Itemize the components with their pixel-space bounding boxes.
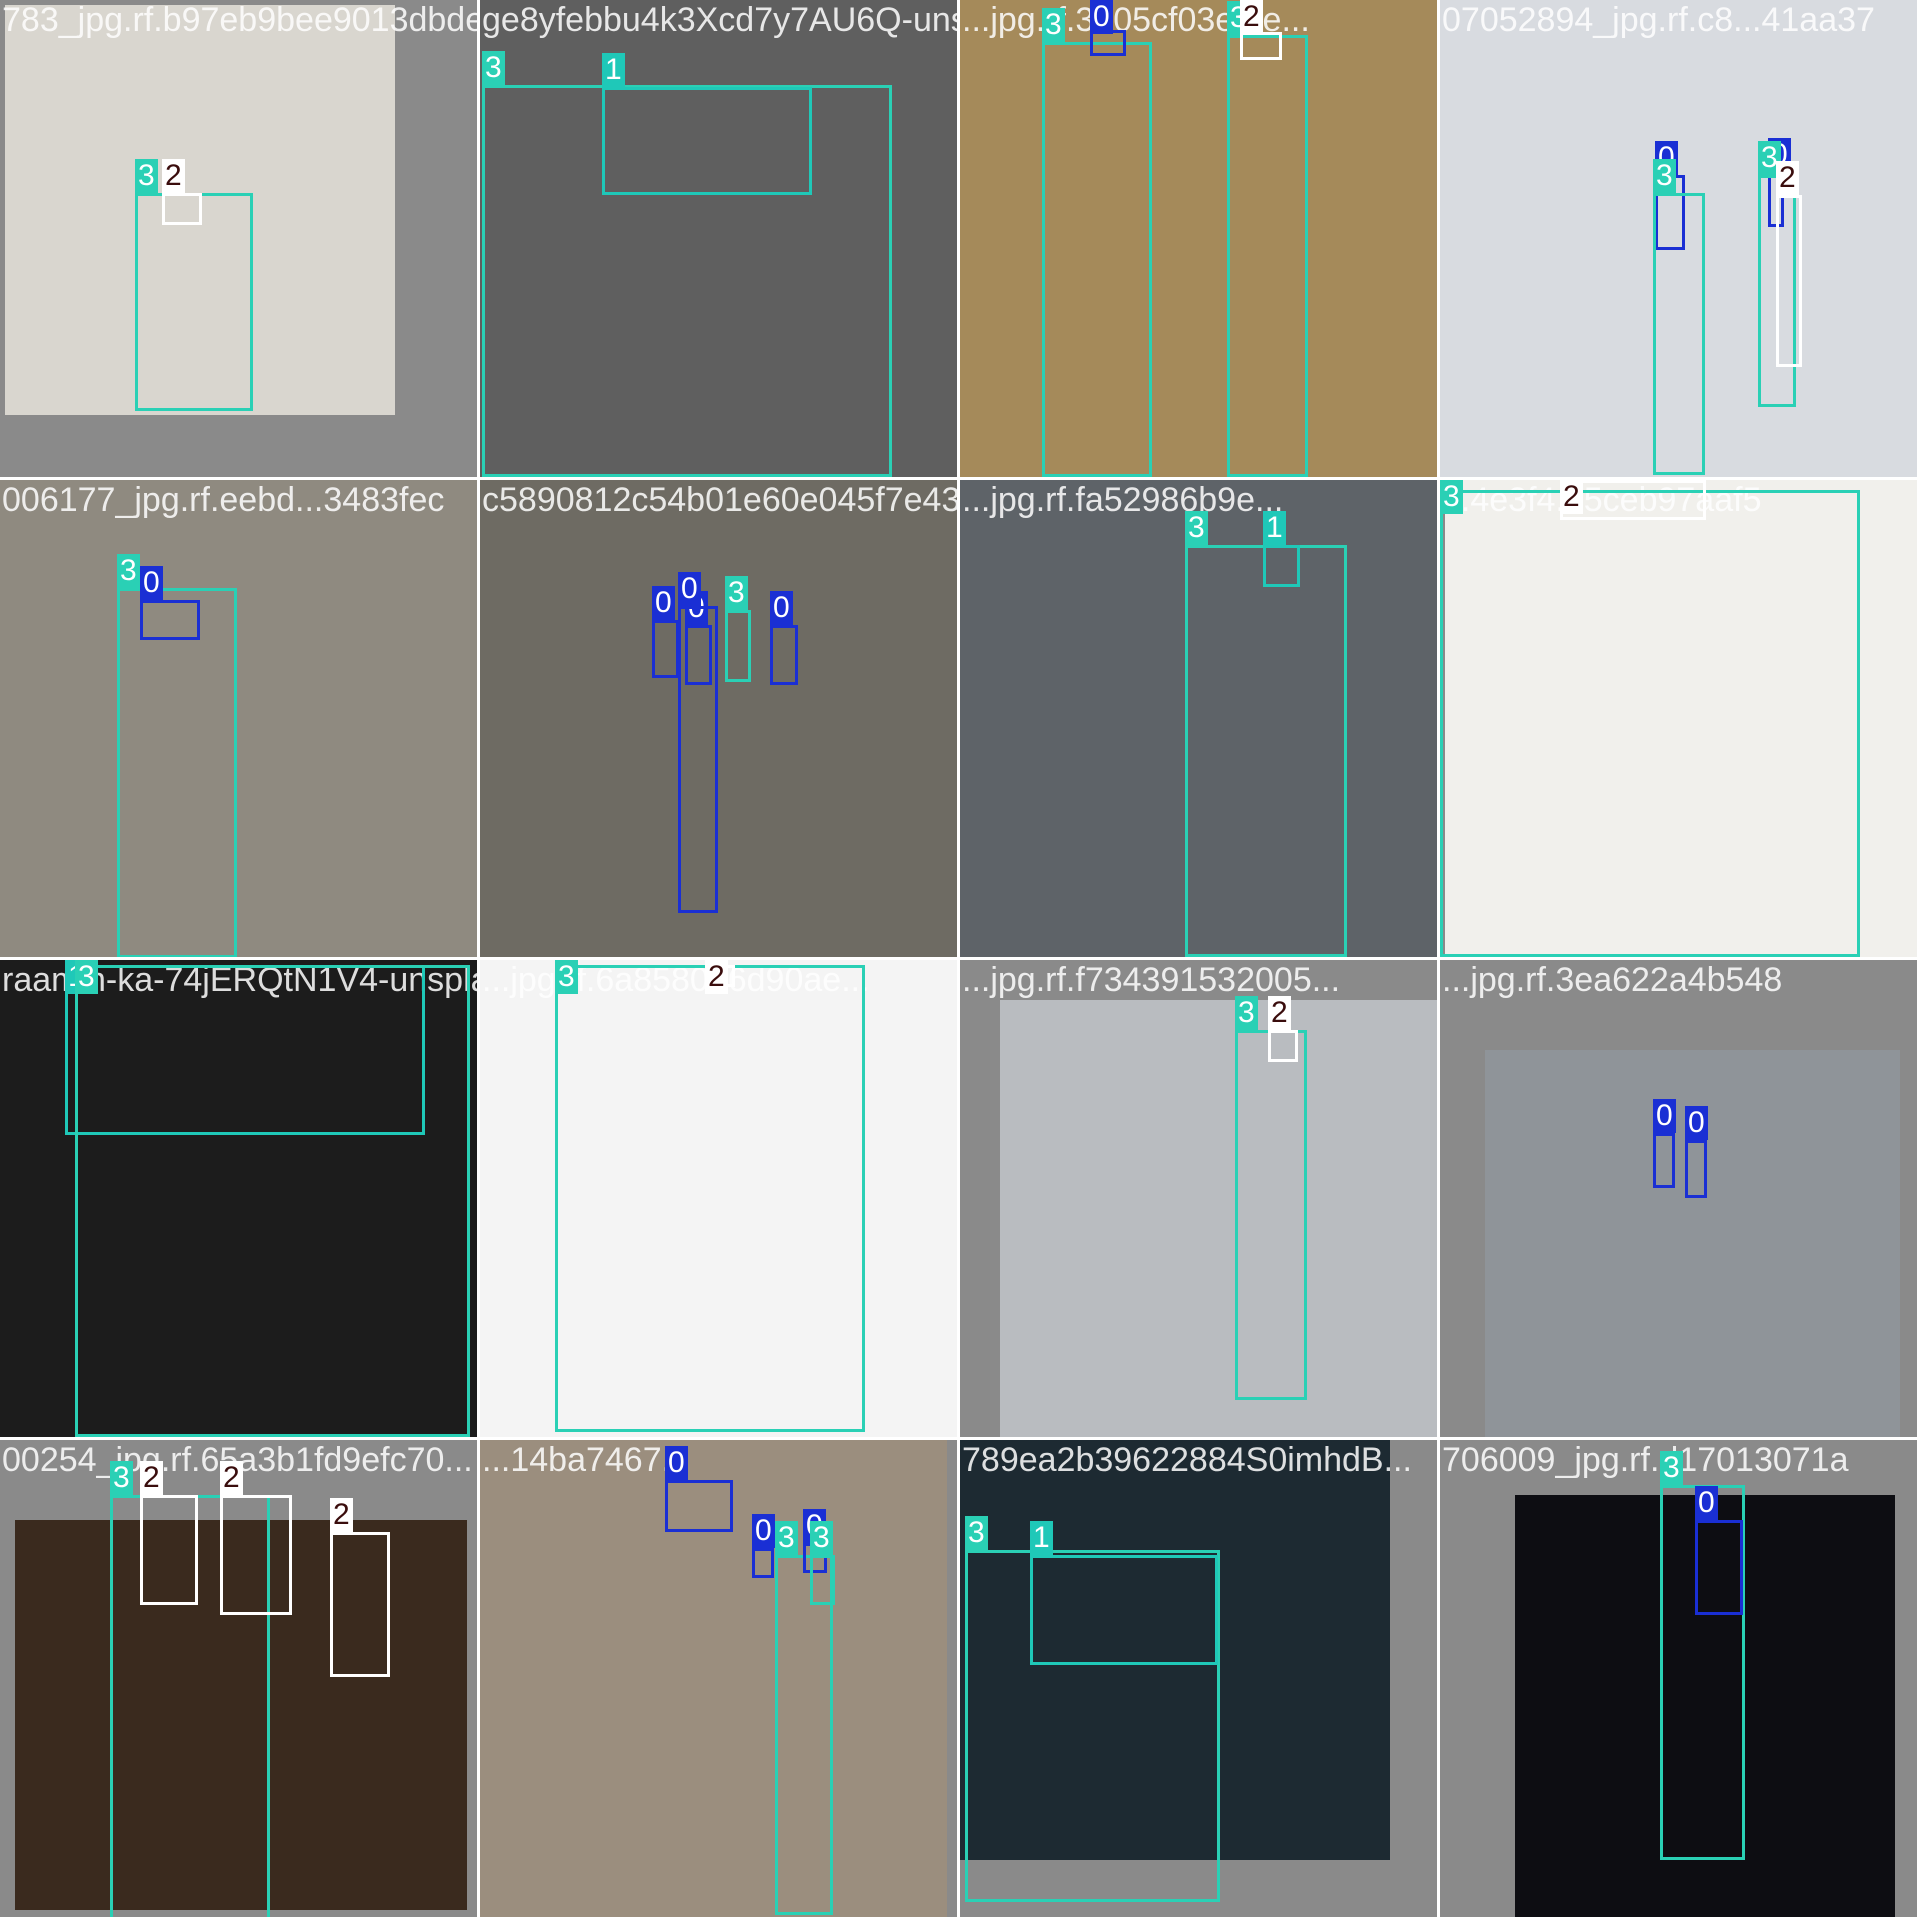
mosaic-tile: ...jpg.rf.6a858026d90ae... 3 2	[480, 960, 957, 1437]
class-label: 3	[725, 576, 748, 610]
class-label: 3	[965, 1516, 988, 1550]
mosaic-tile: 783_jpg.rf.b97eb9bee9013dbde8c8fe33481c6…	[0, 0, 477, 477]
tile-photo	[960, 0, 1437, 477]
class-label: 3	[1235, 996, 1258, 1030]
class-label: 3	[110, 1461, 133, 1495]
detection-mosaic: 783_jpg.rf.b97eb9bee9013dbde8c8fe33481c6…	[0, 0, 1920, 1920]
tile-filename: ...jpg.rf.3ea622a4b548	[1442, 961, 1783, 999]
class-label: 3	[1660, 1451, 1683, 1485]
bounding-box	[1030, 1555, 1218, 1665]
class-label: 1	[1030, 1521, 1053, 1555]
tile-photo	[1000, 1000, 1437, 1437]
bounding-box	[135, 193, 253, 411]
bounding-box	[752, 1548, 774, 1578]
class-label: 2	[330, 1498, 353, 1532]
bounding-box	[1653, 193, 1705, 475]
mosaic-tile: ...jpg.rf.fa52986b9e... 3 1	[960, 480, 1437, 957]
mosaic-tile: raamin-ka-74jERQtN1V4-unsplash_jpg.rf...…	[0, 960, 477, 1437]
bounding-box	[117, 588, 237, 957]
bounding-box	[1185, 545, 1347, 957]
class-label: 0	[140, 566, 163, 600]
bounding-box	[1235, 1030, 1307, 1400]
class-label: 2	[1240, 0, 1263, 34]
mosaic-tile: ...jpg.rf.3ea622a4b548 0 0	[1440, 960, 1917, 1437]
bounding-box	[1653, 1133, 1675, 1188]
bounding-box	[162, 193, 202, 225]
class-label: 2	[220, 1461, 243, 1495]
class-label: 3	[1440, 480, 1463, 514]
class-label: 0	[1090, 0, 1113, 34]
class-label: 2	[162, 159, 185, 193]
bounding-box	[775, 1555, 833, 1915]
class-label: 0	[1695, 1486, 1718, 1520]
tile-filename: 706009_jpg.rf.d17013071a	[1442, 1441, 1849, 1479]
bounding-box	[330, 1532, 390, 1677]
class-label: 0	[678, 572, 701, 606]
class-label: 3	[810, 1521, 833, 1555]
bounding-box	[810, 1555, 835, 1605]
class-label: 2	[140, 1461, 163, 1495]
bounding-box	[1268, 1030, 1298, 1062]
class-label: 3	[75, 960, 98, 994]
mosaic-tile: 00254_jpg.rf.65a3b1fd9efc70... 3 2 2 2	[0, 1440, 477, 1917]
tile-filename: ...jpg.rf.f734391532005...	[962, 961, 1341, 999]
class-label: 3	[117, 554, 140, 588]
class-label: 3	[1042, 8, 1065, 42]
bounding-box	[652, 620, 679, 678]
class-label: 3	[1653, 159, 1676, 193]
class-label: 3	[1185, 511, 1208, 545]
bounding-box	[220, 1495, 292, 1615]
class-label: 2	[1560, 480, 1583, 514]
bounding-box	[1440, 490, 1860, 957]
bounding-box	[1240, 32, 1282, 60]
bounding-box	[1685, 1140, 1707, 1198]
bounding-box	[1776, 195, 1802, 367]
class-label: 3	[482, 51, 505, 85]
class-label: 0	[770, 591, 793, 625]
mosaic-tile: 706009_jpg.rf.d17013071a 3 0	[1440, 1440, 1917, 1917]
mosaic-tile: ...4e3f4...5ceb97aaf5 3 2	[1440, 480, 1917, 957]
class-label: 3	[775, 1521, 798, 1555]
mosaic-tile: ...jpg.rf.f734391532005... 3 2	[960, 960, 1437, 1437]
class-label: 2	[705, 960, 728, 994]
class-label: 0	[1653, 1099, 1676, 1133]
bounding-box	[140, 600, 200, 640]
bounding-box	[1227, 35, 1308, 477]
bounding-box	[602, 87, 812, 195]
mosaic-tile: ...jpg.rf.3705cf03efde... 3 0 3 2	[960, 0, 1437, 477]
bounding-box	[665, 1480, 733, 1532]
bounding-box	[1695, 1520, 1743, 1615]
mosaic-tile: 789ea2b39622884S0imhdB... 3 1	[960, 1440, 1437, 1917]
class-label: 3	[135, 159, 158, 193]
mosaic-tile: c5890812c54b01e60e045f7e431_jpg.rf.19...…	[480, 480, 957, 957]
class-label: 0	[665, 1446, 688, 1480]
bounding-box	[140, 1495, 198, 1605]
bounding-box	[555, 965, 865, 1432]
class-label: 2	[1268, 996, 1291, 1030]
tile-photo	[480, 480, 957, 957]
class-label: 0	[652, 586, 675, 620]
class-label: 1	[1263, 511, 1286, 545]
class-label: 2	[1776, 161, 1799, 195]
mosaic-tile: ge8yfebbu4k3Xcd7y7AU6Q-unsplash_jpg.rf..…	[480, 0, 957, 477]
class-label: 1	[602, 53, 625, 87]
bounding-box	[1042, 42, 1152, 477]
mosaic-tile: 07052894_jpg.rf.c8...41aa3703032	[1440, 0, 1917, 477]
tile-photo	[0, 480, 477, 957]
bounding-box	[1263, 545, 1300, 587]
bounding-box	[75, 965, 470, 1437]
bounding-box	[770, 625, 798, 685]
class-label: 0	[1685, 1106, 1708, 1140]
mosaic-tile: 006177_jpg.rf.eebd...3483fec 3 0	[0, 480, 477, 957]
mosaic-tile: ...14ba7467...00303	[480, 1440, 957, 1917]
bounding-box	[678, 606, 718, 913]
class-label: 0	[752, 1514, 775, 1548]
bounding-box	[725, 610, 751, 682]
class-label: 3	[555, 960, 578, 994]
